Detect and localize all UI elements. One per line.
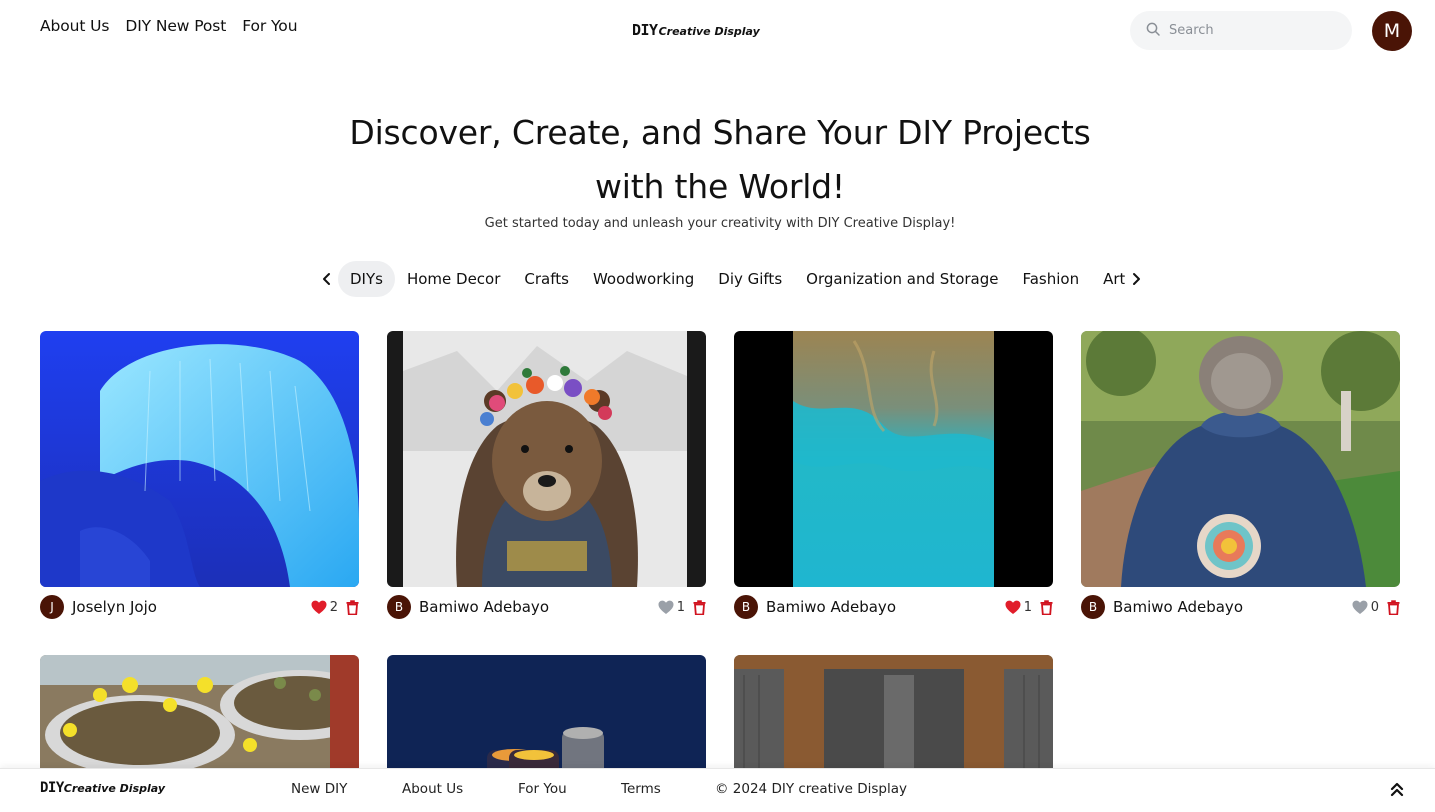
category-diys[interactable]: DIYs <box>338 261 395 297</box>
category-crafts[interactable]: Crafts <box>512 261 581 297</box>
post-image-teal-gold-painting[interactable] <box>734 331 1053 587</box>
author-name[interactable]: Bamiwo Adebayo <box>419 598 658 616</box>
post-meta: J Joselyn Jojo 2 <box>40 595 359 619</box>
category-art[interactable]: Art <box>1091 261 1125 297</box>
post-image-candle-jars[interactable] <box>387 655 706 768</box>
scroll-to-top-icon[interactable] <box>1390 781 1404 801</box>
footer-copyright: © 2024 DIY creative Display <box>715 781 907 797</box>
chevron-left-icon[interactable] <box>316 261 338 297</box>
nav-for-you[interactable]: For You <box>242 17 297 35</box>
post-image-flower-planters[interactable] <box>40 655 359 768</box>
logo-main-text: DIY <box>632 21 658 39</box>
footer-link-for-you[interactable]: For You <box>518 781 567 797</box>
site-footer: DIY Creative Display New DIY About Us Fo… <box>0 768 1435 812</box>
author-avatar[interactable]: J <box>40 595 64 619</box>
footer-logo-sub-text: Creative Display <box>63 782 166 795</box>
author-avatar[interactable]: B <box>1081 595 1105 619</box>
logo-sub-text: Creative Display <box>658 25 760 38</box>
page-title: Discover, Create, and Share Your DIY Pro… <box>0 106 1435 214</box>
author-name[interactable]: Bamiwo Adebayo <box>766 598 1005 616</box>
page-title-line-1: Discover, Create, and Share Your DIY Pro… <box>349 113 1091 152</box>
chevron-right-icon[interactable] <box>1125 261 1147 297</box>
category-woodworking[interactable]: Woodworking <box>581 261 706 297</box>
footer-logo-main-text: DIY <box>40 780 64 796</box>
like-button[interactable]: 0 <box>1352 600 1379 615</box>
search-input[interactable] <box>1169 23 1339 38</box>
category-bar: DIYs Home Decor Crafts Woodworking Diy G… <box>316 261 1147 297</box>
post-image-denim-jacket-mandala[interactable] <box>1081 331 1400 587</box>
post-meta: B Bamiwo Adebayo 1 <box>387 595 706 619</box>
author-name[interactable]: Joselyn Jojo <box>72 598 311 616</box>
post-image-blue-hair-portrait[interactable] <box>40 331 359 587</box>
heart-icon <box>1005 600 1021 614</box>
trash-icon[interactable] <box>693 599 706 615</box>
user-avatar[interactable]: M <box>1372 11 1412 51</box>
post-card[interactable] <box>40 655 359 768</box>
post-card[interactable]: B Bamiwo Adebayo 0 <box>1081 331 1400 619</box>
trash-icon[interactable] <box>1387 599 1400 615</box>
post-meta: B Bamiwo Adebayo 1 <box>734 595 1053 619</box>
nav-about-us[interactable]: About Us <box>40 17 109 35</box>
heart-icon <box>658 600 674 614</box>
category-fashion[interactable]: Fashion <box>1010 261 1091 297</box>
like-button[interactable]: 1 <box>1005 600 1032 615</box>
nav-diy-new-post[interactable]: DIY New Post <box>125 17 226 35</box>
trash-icon[interactable] <box>1040 599 1053 615</box>
like-count: 0 <box>1370 599 1379 615</box>
page-subtitle: Get started today and unleash your creat… <box>484 216 956 231</box>
top-nav: About Us DIY New Post For You <box>40 17 298 35</box>
post-card[interactable] <box>734 655 1053 768</box>
post-image-bear-collage[interactable] <box>387 331 706 587</box>
post-card[interactable]: B Bamiwo Adebayo 1 <box>734 331 1053 619</box>
post-card[interactable] <box>387 655 706 768</box>
post-card[interactable]: J Joselyn Jojo 2 <box>40 331 359 619</box>
like-count: 2 <box>329 599 338 615</box>
search-icon <box>1146 21 1160 40</box>
category-organization-storage[interactable]: Organization and Storage <box>794 261 1010 297</box>
category-diy-gifts[interactable]: Diy Gifts <box>706 261 794 297</box>
page-title-line-2: with the World! <box>595 167 845 206</box>
post-card[interactable]: B Bamiwo Adebayo 1 <box>387 331 706 619</box>
post-image-wooden-frame[interactable] <box>734 655 1053 768</box>
trash-icon[interactable] <box>346 599 359 615</box>
like-button[interactable]: 2 <box>311 600 338 615</box>
heart-icon <box>1352 600 1368 614</box>
site-logo[interactable]: DIY Creative Display <box>632 21 760 39</box>
footer-link-about-us[interactable]: About Us <box>402 781 463 797</box>
footer-link-terms[interactable]: Terms <box>621 781 661 797</box>
author-name[interactable]: Bamiwo Adebayo <box>1113 598 1352 616</box>
like-count: 1 <box>676 599 685 615</box>
heart-icon <box>311 600 327 614</box>
like-button[interactable]: 1 <box>658 600 685 615</box>
footer-logo[interactable]: DIY Creative Display <box>40 780 165 796</box>
author-avatar[interactable]: B <box>387 595 411 619</box>
like-count: 1 <box>1023 599 1032 615</box>
footer-link-new-diy[interactable]: New DIY <box>291 781 347 797</box>
category-home-decor[interactable]: Home Decor <box>395 261 512 297</box>
author-avatar[interactable]: B <box>734 595 758 619</box>
search-bar[interactable] <box>1130 11 1352 50</box>
post-meta: B Bamiwo Adebayo 0 <box>1081 595 1400 619</box>
